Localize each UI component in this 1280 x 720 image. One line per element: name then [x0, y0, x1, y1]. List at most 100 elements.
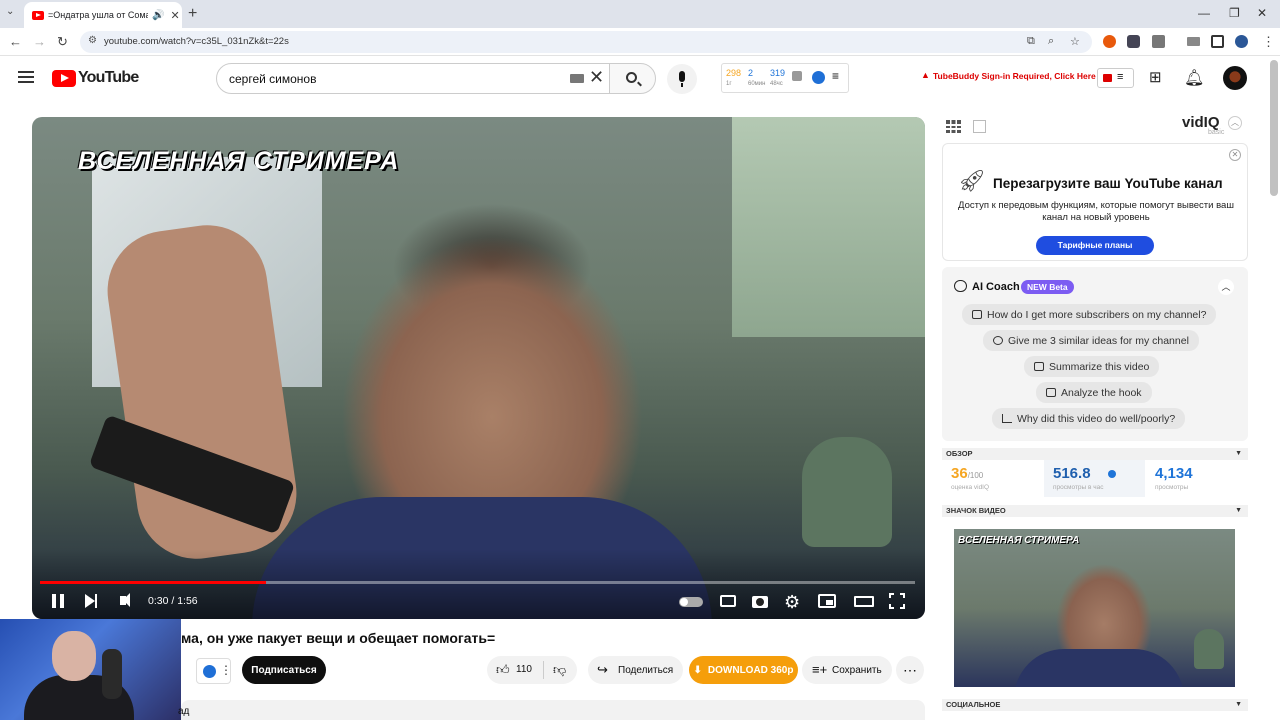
- tubebuddy-menu-button[interactable]: ≡: [1097, 68, 1134, 88]
- url-text[interactable]: youtube.com/watch?v=c35L_031nZk&t=22s: [104, 36, 289, 47]
- progress-bar-played: [40, 581, 266, 584]
- restore-icon[interactable]: ❐: [1229, 6, 1240, 20]
- theater-mode-icon[interactable]: [854, 596, 874, 607]
- new-tab-icon[interactable]: +: [188, 5, 197, 23]
- screenshot-camera-icon[interactable]: [752, 596, 768, 608]
- coach-question-performance[interactable]: Why did this video do well/poorly?: [992, 408, 1186, 429]
- coach-question-summarize[interactable]: Summarize this video: [1024, 356, 1160, 377]
- more-icon: ⋯: [903, 661, 917, 678]
- question-text: Summarize this video: [1049, 360, 1150, 373]
- sidebar-icon[interactable]: [1211, 35, 1224, 48]
- close-tab-icon[interactable]: ✕: [170, 9, 179, 22]
- description-box[interactable]: [181, 700, 925, 720]
- autoplay-toggle-icon[interactable]: [679, 597, 703, 607]
- page-scrollbar[interactable]: [1270, 60, 1278, 196]
- coach-question-subscribers[interactable]: How do I get more subscribers on my chan…: [962, 304, 1217, 325]
- thumbnail-header[interactable]: ЗНАЧОК ВИДЕО ▼: [942, 505, 1248, 517]
- vidiq-collapse-icon[interactable]: ︿: [1228, 116, 1242, 130]
- dislike-icon[interactable]: 👎︎: [553, 662, 566, 678]
- channel-extension-button[interactable]: [196, 658, 232, 684]
- create-video-icon[interactable]: ⊞: [1149, 68, 1162, 86]
- promo-close-icon[interactable]: ✕: [1229, 149, 1241, 161]
- vidiq-header-stats[interactable]: 298 1г 2 60мин 319 48чс ≡: [721, 63, 849, 93]
- ai-coach-panel: AI Coach NEW Beta ︿ How do I get more su…: [942, 267, 1248, 441]
- vph-value: 516.8: [1053, 465, 1091, 482]
- save-button[interactable]: ≡+ Сохранить: [802, 656, 892, 684]
- pricing-plans-button[interactable]: Тарифные планы: [1036, 236, 1154, 255]
- next-icon[interactable]: [85, 594, 97, 608]
- like-count[interactable]: 110: [516, 664, 532, 675]
- settings-gear-icon[interactable]: ⚙: [784, 592, 800, 613]
- zoom-icon[interactable]: ⌕: [1048, 35, 1054, 48]
- search-icon: [626, 72, 637, 83]
- keyboard-icon[interactable]: [570, 74, 584, 83]
- browser-tab-bar: ⌄ =Ондатра ушла от Сома, 🔊 ✕ + — ❐ ✕: [0, 0, 1280, 28]
- search-input[interactable]: сергей симонов: [229, 72, 316, 86]
- vidiq-stats-icon[interactable]: [973, 120, 986, 133]
- video-thumbnail[interactable]: ВСЕЛЕННАЯ СТРИМЕРА: [954, 529, 1235, 687]
- list-icon[interactable]: ≡: [832, 69, 839, 83]
- subtitles-icon[interactable]: [720, 595, 736, 607]
- tubebuddy-notice[interactable]: TubeBuddy Sign-in Required, Click Here: [933, 71, 1096, 81]
- youtube-favicon-icon: [32, 10, 44, 20]
- progress-bar[interactable]: [40, 581, 915, 584]
- extension-icon[interactable]: [1127, 35, 1140, 48]
- search-button[interactable]: [609, 63, 656, 94]
- score-label: оценка vidIQ: [951, 484, 990, 491]
- more-actions-button[interactable]: ⋯: [896, 656, 924, 684]
- close-window-icon[interactable]: ✕: [1257, 6, 1267, 20]
- forward-icon[interactable]: →: [33, 34, 46, 49]
- video-player[interactable]: ВСЕЛЕННАЯ СТРИМЕРА 0:30 / 1:56 ⚙: [32, 117, 925, 619]
- webcam-overlay: [0, 619, 181, 720]
- lightbulb-icon: [993, 336, 1003, 345]
- like-icon[interactable]: 👍︎: [496, 662, 510, 678]
- webcam-microphone: [102, 649, 122, 699]
- subscribe-button[interactable]: Подписаться: [242, 656, 326, 684]
- install-app-icon[interactable]: ⧉: [1027, 35, 1035, 48]
- clear-search-icon[interactable]: ✕: [589, 67, 604, 88]
- extensions-puzzle-icon[interactable]: [1152, 35, 1165, 48]
- stat-3-label: 48чс: [770, 81, 783, 87]
- address-bar[interactable]: ⚙ youtube.com/watch?v=c35L_031nZk&t=22s …: [80, 31, 1092, 53]
- menu-icon[interactable]: [18, 71, 34, 83]
- fullscreen-icon[interactable]: [889, 593, 905, 609]
- divider: [543, 661, 544, 679]
- vidiq-grid-icon[interactable]: [946, 120, 961, 133]
- miniplayer-icon[interactable]: [818, 594, 836, 608]
- browser-menu-icon[interactable]: ⋮: [1262, 34, 1275, 50]
- overview-header[interactable]: ОБЗОР ▼: [942, 448, 1248, 460]
- video-frame-cabinet: [732, 117, 925, 337]
- coach-question-hook[interactable]: Analyze the hook: [1036, 382, 1152, 403]
- promo-description: Доступ к передовым функциям, которые пом…: [958, 200, 1234, 223]
- youtube-logo-icon[interactable]: [52, 70, 76, 87]
- avatar[interactable]: [1223, 66, 1247, 90]
- pause-icon[interactable]: [52, 594, 64, 608]
- site-info-icon[interactable]: ⚙: [88, 35, 97, 46]
- youtube-logo-text[interactable]: YouTube: [78, 69, 139, 87]
- chevron-down-icon: ▼: [1235, 450, 1242, 457]
- coach-question-ideas[interactable]: Give me 3 similar ideas for my channel: [983, 330, 1199, 351]
- share-button[interactable]: ↪ Поделиться: [588, 656, 683, 684]
- question-text: Give me 3 similar ideas for my channel: [1008, 334, 1189, 347]
- tab-search-icon[interactable]: ⌄: [6, 6, 14, 17]
- speaker-icon[interactable]: 🔊: [152, 10, 164, 21]
- reload-icon[interactable]: ↻: [57, 34, 68, 50]
- extension-fire-icon[interactable]: [1103, 35, 1116, 48]
- search-box[interactable]: сергей симонов ✕: [216, 63, 610, 94]
- vidiq-plan: basic: [1208, 129, 1225, 136]
- coach-collapse-icon[interactable]: ︿: [1218, 279, 1234, 295]
- profile-icon[interactable]: [1235, 35, 1248, 48]
- social-header[interactable]: СОЦИАЛЬНОЕ ▼: [942, 699, 1248, 711]
- video-icon: [972, 310, 982, 319]
- minimize-icon[interactable]: —: [1198, 6, 1210, 20]
- time-display: 0:30 / 1:56: [148, 595, 198, 607]
- back-icon[interactable]: ←: [9, 34, 22, 49]
- volume-icon[interactable]: [120, 593, 130, 607]
- download-button[interactable]: ⬇ DOWNLOAD 360p: [689, 656, 798, 684]
- bookmark-star-icon[interactable]: ☆: [1070, 35, 1080, 48]
- browser-tab[interactable]: =Ондатра ушла от Сома, 🔊 ✕: [24, 2, 182, 28]
- voice-search-button[interactable]: [667, 64, 697, 94]
- vidiq-ext-icon[interactable]: [812, 71, 825, 84]
- notifications-bell-icon[interactable]: 🔔︎: [1184, 68, 1204, 88]
- media-controls-icon[interactable]: [1187, 37, 1200, 46]
